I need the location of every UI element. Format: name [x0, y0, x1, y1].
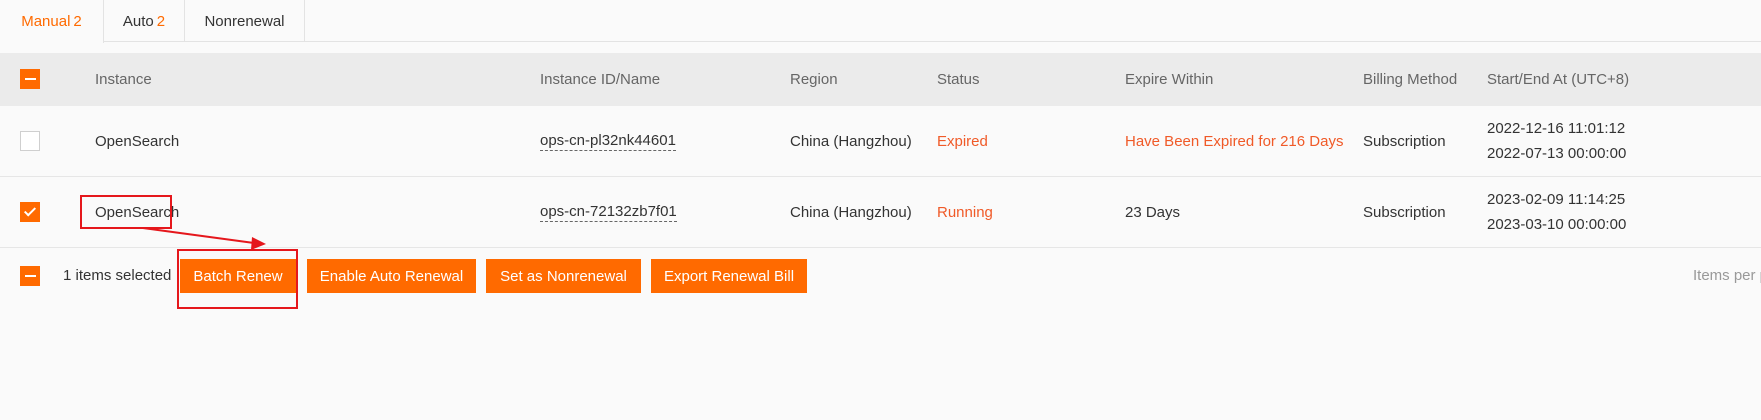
table-header: Instance Instance ID/Name Region Status …: [0, 53, 1761, 106]
start-date: 2022-12-16 11:01:12: [1487, 119, 1626, 137]
selected-count-text: 1 items selected: [63, 267, 172, 284]
billing-method: Subscription: [1363, 132, 1446, 150]
instance-id-link[interactable]: ops-cn-pl32nk44601: [540, 132, 676, 151]
header-region: Region: [790, 71, 838, 88]
instance-id-link[interactable]: ops-cn-72132zb7f01: [540, 203, 677, 222]
end-date: 2022-07-13 00:00:00: [1487, 144, 1627, 162]
tab-auto-label: Auto: [122, 12, 154, 30]
export-renewal-bill-button[interactable]: Export Renewal Bill: [651, 259, 807, 293]
region: China (Hangzhou): [790, 132, 912, 150]
renewal-tabs: Manual 2 Auto 2 Nonrenewal: [0, 0, 1761, 43]
annotation-box-instance: [80, 195, 172, 229]
instance-id-cell: ops-cn-pl32nk44601: [540, 106, 676, 176]
expire-within: Have Been Expired for 216 Days: [1125, 132, 1344, 150]
checkmark-icon: [23, 204, 37, 217]
tab-manual-count: 2: [73, 13, 82, 30]
tab-auto-count: 2: [156, 12, 166, 30]
instance-name: OpenSearch: [95, 132, 180, 150]
status-running: Running: [937, 203, 993, 221]
header-status: Status: [937, 71, 980, 88]
header-instance: Instance: [95, 71, 152, 88]
start-end-dates: 2023-02-09 11:14:25 2023-03-10 00:00:00: [1487, 177, 1626, 247]
enable-auto-renewal-button[interactable]: Enable Auto Renewal: [307, 259, 476, 293]
region: China (Hangzhou): [790, 203, 912, 221]
annotation-box-batch-renew: [177, 249, 298, 309]
billing-method: Subscription: [1363, 203, 1446, 221]
row-checkbox[interactable]: [20, 131, 40, 151]
items-per-page-label: Items per p: [1693, 267, 1761, 284]
tab-auto[interactable]: Auto 2: [104, 0, 185, 42]
indeterminate-icon: [25, 78, 36, 80]
tab-manual[interactable]: Manual 2: [0, 0, 104, 43]
set-nonrenewal-button[interactable]: Set as Nonrenewal: [486, 259, 641, 293]
start-end-dates: 2022-12-16 11:01:12 2022-07-13 00:00:00: [1487, 106, 1626, 176]
table-row: OpenSearch ops-cn-72132zb7f01 China (Han…: [0, 177, 1761, 248]
tab-manual-label: Manual: [21, 13, 71, 30]
header-start-end: Start/End At (UTC+8): [1487, 71, 1630, 88]
status-expired: Expired: [937, 132, 988, 150]
indeterminate-icon: [25, 275, 36, 277]
end-date: 2023-03-10 00:00:00: [1487, 215, 1627, 233]
start-date: 2023-02-09 11:14:25: [1487, 190, 1626, 208]
table-row: OpenSearch ops-cn-pl32nk44601 China (Han…: [0, 106, 1761, 177]
select-all-checkbox[interactable]: [20, 69, 40, 89]
instance-id-cell: ops-cn-72132zb7f01: [540, 177, 677, 247]
tab-nonrenewal[interactable]: Nonrenewal: [185, 0, 305, 42]
footer-select-all-checkbox[interactable]: [20, 266, 40, 286]
expire-within: 23 Days: [1125, 203, 1181, 221]
tab-nonrenewal-label: Nonrenewal: [204, 12, 285, 30]
header-instance-id: Instance ID/Name: [540, 71, 661, 88]
row-checkbox[interactable]: [20, 202, 40, 222]
header-billing-method: Billing Method: [1363, 71, 1458, 88]
header-expire-within: Expire Within: [1125, 71, 1214, 88]
